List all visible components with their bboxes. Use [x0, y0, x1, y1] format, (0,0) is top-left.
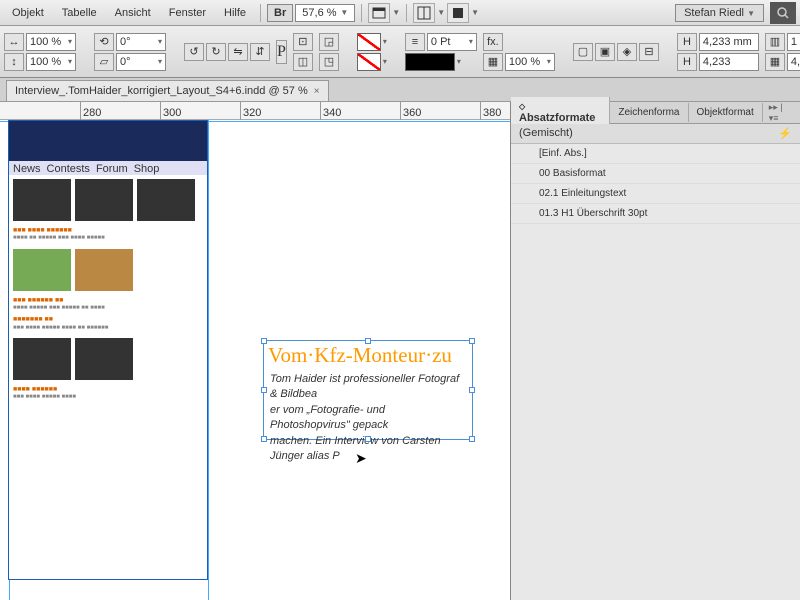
document-tab[interactable]: Interview_.TomHaider_korrigiert_Layout_S…: [6, 80, 329, 101]
rotate-cw-icon[interactable]: ↻: [206, 43, 226, 61]
shear-icon: ▱: [94, 53, 114, 71]
menu-fenster[interactable]: Fenster: [161, 3, 214, 23]
select-container-icon[interactable]: ◫: [293, 53, 313, 71]
fx-icon[interactable]: fx.: [483, 33, 503, 51]
corner2-icon[interactable]: ◳: [319, 53, 339, 71]
wrap-jump-icon[interactable]: ⊟: [639, 43, 659, 61]
control-bar: ↔100 %▾ ↕100 %▾ ⟲0°▾ ▱0°▾ ↺ ↻ ⇋ ⇵ P ⊡ ◫ …: [0, 26, 800, 78]
opacity-icon: ▦: [483, 53, 503, 71]
style-mixed-label: (Gemischt): [519, 127, 573, 140]
character-panel-icon[interactable]: P: [276, 40, 287, 64]
panel-collapse-icon[interactable]: ▸▸ | ▾≡: [763, 102, 800, 124]
stroke-style[interactable]: [405, 53, 455, 71]
arrange-icon[interactable]: [413, 3, 435, 23]
h-input[interactable]: 4,233 mm: [699, 33, 759, 51]
stroke-weight-input[interactable]: 0 Pt▾: [427, 33, 477, 51]
paragraph-styles-panel: (Gemischt)⚡ [Einf. Abs.] 00 Basisformat …: [511, 124, 800, 600]
horizontal-ruler: 280 300 320 340 360 380: [0, 102, 510, 120]
opacity-input[interactable]: 100 %▾: [505, 53, 555, 71]
style-item[interactable]: 01.3 H1 Überschrift 30pt: [511, 204, 800, 224]
style-item[interactable]: 02.1 Einleitungstext: [511, 184, 800, 204]
user-menu[interactable]: Stefan Riedl ▼: [675, 4, 764, 22]
flip-v-icon[interactable]: ⇵: [250, 43, 270, 61]
fill-swatch[interactable]: [357, 33, 381, 51]
rotate-ccw-icon[interactable]: ↺: [184, 43, 204, 61]
scale-x-icon: ↔: [4, 33, 24, 51]
gutter-icon: ▦: [765, 53, 785, 71]
screen-mode-icon[interactable]: [368, 3, 390, 23]
panel-dock: ◇ Absatzformate Zeichenforma Objektforma…: [510, 102, 800, 600]
body-text: Tom Haider ist professioneller Fotograf …: [264, 370, 472, 466]
wrap-shape-icon[interactable]: ◈: [617, 43, 637, 61]
h-icon: H: [677, 33, 697, 51]
scale-x-input[interactable]: 100 %▾: [26, 33, 76, 51]
w-icon: H: [677, 53, 697, 71]
menu-tabelle[interactable]: Tabelle: [54, 3, 105, 23]
menu-bar: Objekt Tabelle Ansicht Fenster Hilfe Br …: [0, 0, 800, 26]
document-page: NewsContestsForumShop ■■■ ■■■■ ■■■■■■■■■…: [0, 120, 510, 600]
stroke-swatch[interactable]: [357, 53, 381, 71]
scale-y-icon: ↕: [4, 53, 24, 71]
tab-zeichenformate[interactable]: Zeichenforma: [610, 103, 688, 122]
search-button[interactable]: [770, 2, 796, 24]
selected-text-frame[interactable]: Vom·Kfz-Monteur·zu Tom Haider ist profes…: [263, 340, 473, 440]
document-tab-label: Interview_.TomHaider_korrigiert_Layout_S…: [15, 85, 308, 97]
wrap-none-icon[interactable]: ▢: [573, 43, 593, 61]
gutter-input[interactable]: 4,233: [787, 53, 800, 71]
style-item[interactable]: [Einf. Abs.]: [511, 144, 800, 164]
flip-h-icon[interactable]: ⇋: [228, 43, 248, 61]
menu-ansicht[interactable]: Ansicht: [107, 3, 159, 23]
headline-text: Vom·Kfz-Monteur·zu: [264, 341, 472, 370]
menu-objekt[interactable]: Objekt: [4, 3, 52, 23]
corner-icon[interactable]: ◲: [319, 33, 339, 51]
document-tabs: Interview_.TomHaider_korrigiert_Layout_S…: [0, 78, 800, 102]
view-options-icon[interactable]: [447, 3, 469, 23]
clear-overrides-icon[interactable]: ⚡: [778, 127, 792, 140]
shear-input[interactable]: 0°▾: [116, 53, 166, 71]
stroke-weight-icon: ≡: [405, 33, 425, 51]
wrap-bbox-icon[interactable]: ▣: [595, 43, 615, 61]
tab-objektformate[interactable]: Objektformat: [689, 103, 763, 122]
scale-y-input[interactable]: 100 %▾: [26, 53, 76, 71]
menu-hilfe[interactable]: Hilfe: [216, 3, 254, 23]
cols-input[interactable]: 1: [787, 33, 800, 51]
zoom-level-input[interactable]: 57,6 %▼: [295, 4, 355, 22]
canvas[interactable]: 280 300 320 340 360 380 NewsContestsForu…: [0, 102, 510, 600]
bridge-button[interactable]: Br: [267, 4, 293, 22]
rotate-input[interactable]: 0°▾: [116, 33, 166, 51]
cursor-icon: ➤: [355, 450, 367, 467]
w-input[interactable]: 4,233: [699, 53, 759, 71]
style-item[interactable]: 00 Basisformat: [511, 164, 800, 184]
placed-image[interactable]: NewsContestsForumShop ■■■ ■■■■ ■■■■■■■■■…: [8, 120, 208, 580]
rotate-icon: ⟲: [94, 33, 114, 51]
close-icon[interactable]: ×: [314, 86, 320, 97]
select-content-icon[interactable]: ⊡: [293, 33, 313, 51]
cols-icon: ▥: [765, 33, 785, 51]
